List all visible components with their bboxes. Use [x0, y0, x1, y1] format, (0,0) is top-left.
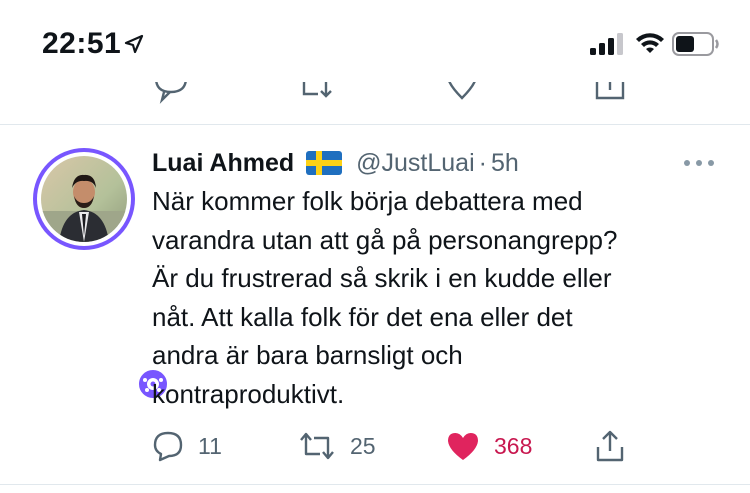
more-options-icon[interactable] [682, 158, 716, 168]
previous-tweet-actions [0, 82, 750, 106]
status-time: 22:51 [42, 27, 122, 60]
display-name[interactable]: Luai Ahmed [152, 149, 294, 178]
like-count: 368 [494, 432, 533, 459]
wifi-icon [636, 33, 664, 53]
reply-button[interactable]: 11 [152, 426, 222, 466]
sweden-flag-icon [306, 151, 343, 175]
like-icon[interactable] [446, 82, 478, 104]
retweet-icon [300, 432, 334, 460]
separator-dot: · [478, 148, 487, 177]
reply-icon[interactable] [154, 82, 188, 104]
reply-icon [153, 431, 183, 462]
tweet-text-line: kontraproduktivt. [152, 378, 345, 409]
avatar-photo [41, 156, 127, 242]
tweet-text-line: varandra utan att gå på personangrepp? [152, 224, 618, 255]
share-icon[interactable] [594, 82, 626, 104]
retweet-button[interactable]: 25 [298, 426, 376, 466]
divider [0, 484, 750, 485]
status-bar: 22:51 [0, 0, 750, 88]
heart-filled-icon [448, 433, 478, 460]
tweet-text-line: andra är bara barnsligt och [152, 340, 463, 370]
share-icon [596, 430, 624, 462]
retweet-count: 25 [350, 432, 376, 459]
tweet-header: Luai Ahmed @JustLuai · 5h [152, 146, 519, 180]
divider [0, 124, 750, 125]
timestamp[interactable]: 5h [491, 149, 519, 178]
retweet-icon[interactable] [300, 82, 336, 104]
avatar[interactable] [33, 148, 170, 401]
share-button[interactable] [594, 426, 626, 466]
battery-icon [672, 32, 719, 56]
like-button[interactable]: 368 [446, 426, 532, 466]
tweet-text-line: När kommer folk börja debattera med [152, 186, 583, 216]
tweet-text: När kommer folk börja debattera med vara… [152, 182, 722, 413]
signal-bars-icon [590, 33, 623, 55]
user-handle[interactable]: @JustLuai [356, 149, 475, 178]
tweet-text-line: Är du frustrerad så skrik i en kudde ell… [152, 263, 612, 293]
tweet-actions: 11 25 368 [152, 426, 750, 466]
location-arrow-icon [124, 34, 144, 54]
reply-count: 11 [198, 432, 222, 459]
tweet-text-line: nåt. Att kalla folk för det ena eller de… [152, 301, 573, 332]
